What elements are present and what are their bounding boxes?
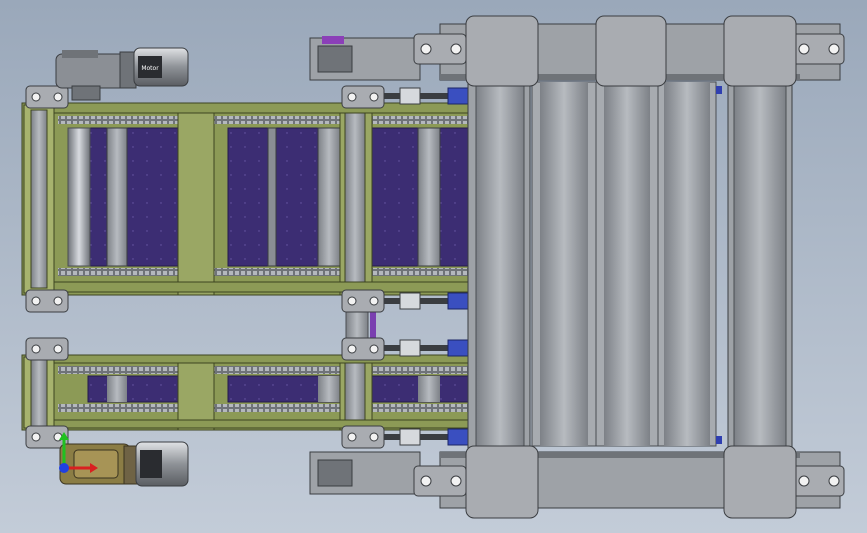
corner-block (465, 445, 539, 519)
upper-chain-top (58, 116, 468, 124)
upper-conveyor[interactable] (21, 102, 473, 296)
motor-nameplate-label: Motor (141, 65, 159, 72)
upper-chain-bottom (58, 268, 468, 276)
right-frame-structure (413, 15, 845, 519)
lower-conveyor[interactable] (21, 354, 473, 431)
z-axis (59, 463, 69, 473)
top-arm (309, 36, 421, 81)
bottom-gear-motor[interactable] (59, 441, 189, 487)
upper-drive-roller (67, 127, 91, 267)
upper-belt-segment (87, 127, 179, 267)
lower-chain-top (58, 366, 468, 374)
corner-block (465, 15, 539, 87)
bottom-arm (309, 451, 421, 495)
conveyor-assembly-drawing: Motor (0, 0, 867, 533)
lower-chain-bottom (58, 404, 468, 412)
corner-block (723, 445, 797, 519)
upper-crossbar (177, 102, 215, 296)
corner-block (723, 15, 797, 87)
cad-viewport[interactable]: Motor (0, 0, 867, 533)
lower-crossbar (177, 354, 215, 431)
corner-block (595, 15, 667, 87)
lower-belt-segment (87, 375, 179, 403)
